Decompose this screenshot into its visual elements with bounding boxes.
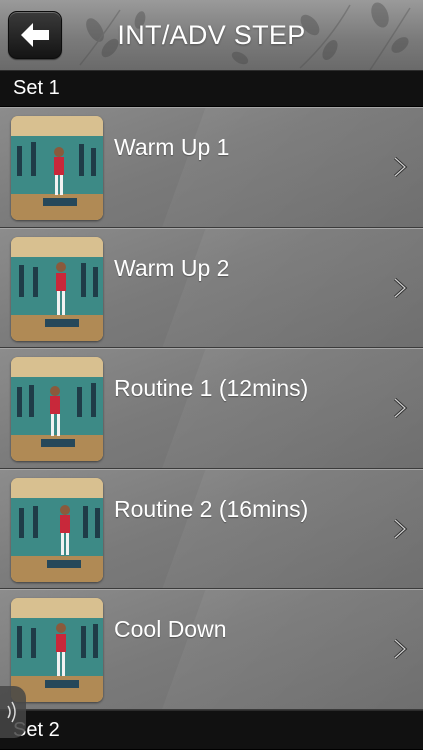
- item-label: Cool Down: [114, 616, 227, 642]
- navigation-bar: INT/ADV STEP: [0, 0, 423, 70]
- workout-list: Warm Up 1 Warm Up 2 Routine 1 (12mins) R…: [0, 107, 423, 710]
- video-thumbnail: [11, 357, 103, 461]
- item-label: Routine 2 (16mins): [114, 495, 309, 522]
- speaker-icon: [7, 701, 16, 723]
- chevron-right-icon: [393, 638, 408, 660]
- chevron-right-icon: [393, 156, 408, 178]
- section-label: Set 1: [13, 77, 60, 99]
- list-item[interactable]: Warm Up 1: [0, 107, 423, 228]
- video-thumbnail: [11, 477, 103, 582]
- page-title: INT/ADV STEP: [117, 19, 306, 50]
- item-label: Routine 1 (12mins): [114, 375, 309, 401]
- item-label: Warm Up 1: [114, 134, 230, 160]
- audio-toggle-button[interactable]: [0, 686, 26, 738]
- item-label: Warm Up 2: [114, 254, 230, 281]
- list-item[interactable]: Warm Up 2: [0, 227, 423, 348]
- list-item[interactable]: Cool Down: [0, 589, 423, 710]
- section-header-set-2: Set 2: [0, 710, 423, 750]
- list-item[interactable]: Routine 1 (12mins): [0, 348, 423, 469]
- list-item[interactable]: Routine 2 (16mins): [0, 468, 423, 589]
- chevron-right-icon: [393, 277, 408, 298]
- chevron-right-icon: [393, 397, 408, 419]
- section-header-set-1: Set 1: [0, 70, 423, 107]
- video-thumbnail: [11, 236, 103, 341]
- video-thumbnail: [11, 116, 103, 220]
- chevron-right-icon: [393, 518, 408, 539]
